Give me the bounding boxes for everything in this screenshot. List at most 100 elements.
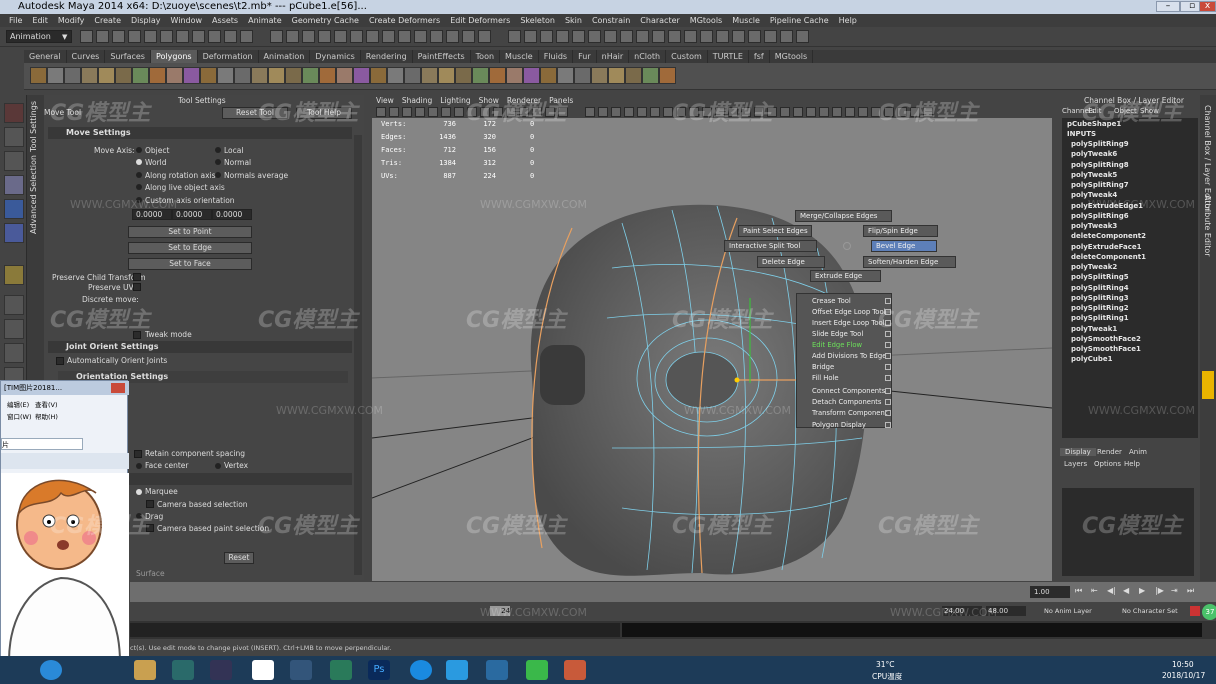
statusline-tool-icon[interactable] <box>240 30 253 43</box>
layout-two-icon[interactable] <box>4 343 24 363</box>
interactive-split-tool-item[interactable]: Interactive Split Tool <box>724 240 817 252</box>
history-node[interactable]: polyTweak1 <box>1071 325 1117 333</box>
statusline-tool-icon[interactable] <box>668 30 681 43</box>
shelf-tab-fur[interactable]: Fur <box>573 50 597 63</box>
playback-button-icon[interactable]: ⏭ <box>1187 586 1194 596</box>
menu-animate[interactable]: Animate <box>243 14 287 27</box>
preserve-uvs-checkbox[interactable] <box>133 283 141 291</box>
shelf-tool-icon[interactable] <box>438 67 455 84</box>
shelf-tool-icon[interactable] <box>506 67 523 84</box>
app-icon-7[interactable] <box>564 660 586 680</box>
viewer-file-tab[interactable]: 片20181017093926.jpg <box>1 438 83 461</box>
scale-tool-icon[interactable] <box>4 223 24 243</box>
minimize-button[interactable]: – <box>1156 1 1180 12</box>
viewer-menu-item[interactable]: 帮助(H) <box>35 411 58 421</box>
history-node[interactable]: polyTweak3 <box>1071 222 1117 230</box>
radio-normals-average[interactable] <box>215 172 221 178</box>
app-icon-4[interactable] <box>330 660 352 680</box>
shelf-tool-icon[interactable] <box>81 67 98 84</box>
history-node[interactable]: deleteComponent2 <box>1071 232 1146 240</box>
statusline-tool-icon[interactable] <box>446 30 459 43</box>
history-node[interactable]: polyCube1 <box>1071 355 1113 363</box>
layer-tab-display[interactable]: Display <box>1060 448 1096 456</box>
radio-rotation-axis[interactable] <box>136 172 142 178</box>
shelf-tool-icon[interactable] <box>30 67 47 84</box>
option-box-icon[interactable] <box>885 375 891 381</box>
notification-icon[interactable] <box>1202 371 1214 399</box>
delete-edge-item[interactable]: Delete Edge <box>757 256 825 268</box>
extrude-edge-item[interactable]: Extrude Edge <box>810 270 881 282</box>
statusline-tool-icon[interactable] <box>144 30 157 43</box>
viewer-menu-item[interactable]: 编辑(E) <box>7 399 29 409</box>
rotate-tool-icon[interactable] <box>4 199 24 219</box>
set-to-face-button[interactable]: Set to Face <box>128 258 252 270</box>
statusline-tool-icon[interactable] <box>764 30 777 43</box>
viewport-toolbar-icon[interactable] <box>402 107 412 117</box>
option-box-icon[interactable] <box>885 422 891 428</box>
shelf-tab-dynamics[interactable]: Dynamics <box>310 50 361 63</box>
history-node[interactable]: polySplitRing5 <box>1071 273 1129 281</box>
layer-menu-layers[interactable]: Layers <box>1064 460 1087 468</box>
shelf-tool-icon[interactable] <box>200 67 217 84</box>
move-tool-icon[interactable] <box>4 175 24 195</box>
statusline-tool-icon[interactable] <box>716 30 729 43</box>
option-box-icon[interactable] <box>885 410 891 416</box>
mail-icon[interactable] <box>486 660 508 680</box>
shelf-tab-mgtools[interactable]: MGtools <box>770 50 814 63</box>
statusline-tool-icon[interactable] <box>636 30 649 43</box>
shelf-tab-nhair[interactable]: nHair <box>597 50 630 63</box>
viewport-menu-shading[interactable]: Shading <box>398 95 436 106</box>
shelf-tab-custom[interactable]: Custom <box>666 50 708 63</box>
shelf-tab-toon[interactable]: Toon <box>471 50 501 63</box>
menu-help[interactable]: Help <box>834 14 862 27</box>
statusline-tool-icon[interactable] <box>128 30 141 43</box>
flip-spin-edge-item[interactable]: Flip/Spin Edge <box>863 225 938 237</box>
marking-menu-item[interactable]: Edit Edge Flow <box>812 341 862 349</box>
viewport-toolbar-icon[interactable] <box>454 107 464 117</box>
option-box-icon[interactable] <box>885 364 891 370</box>
marking-menu-item[interactable]: Polygon Display <box>812 421 866 429</box>
shelf-tool-icon[interactable] <box>149 67 166 84</box>
photoshop-icon[interactable]: Ps <box>368 660 390 680</box>
viewport-toolbar-icon[interactable] <box>806 107 816 117</box>
menu-assets[interactable]: Assets <box>207 14 243 27</box>
statusline-tool-icon[interactable] <box>796 30 809 43</box>
viewport-toolbar-icon[interactable] <box>637 107 647 117</box>
shelf-tab-general[interactable]: General <box>24 50 67 63</box>
viewport-toolbar-icon[interactable] <box>598 107 608 117</box>
menu-skeleton[interactable]: Skeleton <box>515 14 560 27</box>
statusline-tool-icon[interactable] <box>414 30 427 43</box>
statusline-tool-icon[interactable] <box>462 30 475 43</box>
viewer-menu-item[interactable]: 窗口(W) <box>7 411 32 421</box>
option-box-icon[interactable] <box>885 399 891 405</box>
app-icon-1[interactable] <box>210 660 232 680</box>
move-manipulator-center[interactable] <box>734 377 740 383</box>
menu-create[interactable]: Create <box>89 14 126 27</box>
menu-display[interactable]: Display <box>126 14 166 27</box>
menu-geometry-cache[interactable]: Geometry Cache <box>287 14 364 27</box>
history-node[interactable]: polySplitRing8 <box>1071 161 1129 169</box>
marking-menu-item[interactable]: Offset Edge Loop Tool <box>812 308 886 316</box>
maya-icon[interactable] <box>172 660 194 680</box>
option-box-icon[interactable] <box>885 353 891 359</box>
history-node[interactable]: polyTweak5 <box>1071 171 1117 179</box>
marking-menu-item[interactable]: Transform Component <box>812 409 887 417</box>
shelf-tool-icon[interactable] <box>472 67 489 84</box>
menu-pipeline-cache[interactable]: Pipeline Cache <box>765 14 834 27</box>
radio-object[interactable] <box>136 147 142 153</box>
statusline-tool-icon[interactable] <box>732 30 745 43</box>
app-icon-6[interactable] <box>446 660 468 680</box>
statusline-tool-icon[interactable] <box>112 30 125 43</box>
playback-button-icon[interactable]: ⇥ <box>1171 586 1178 595</box>
radio-vertex[interactable] <box>215 463 221 469</box>
history-node[interactable]: polyTweak2 <box>1071 263 1117 271</box>
set-to-edge-button[interactable]: Set to Edge <box>128 242 252 254</box>
statusline-tool-icon[interactable] <box>176 30 189 43</box>
shelf-tool-icon[interactable] <box>489 67 506 84</box>
statusline-tool-icon[interactable] <box>398 30 411 43</box>
statusline-tool-icon[interactable] <box>604 30 617 43</box>
reset-button[interactable]: Reset <box>224 552 254 564</box>
shelf-tool-icon[interactable] <box>319 67 336 84</box>
shelf-tool-icon[interactable] <box>183 67 200 84</box>
shelf-tool-icon[interactable] <box>591 67 608 84</box>
